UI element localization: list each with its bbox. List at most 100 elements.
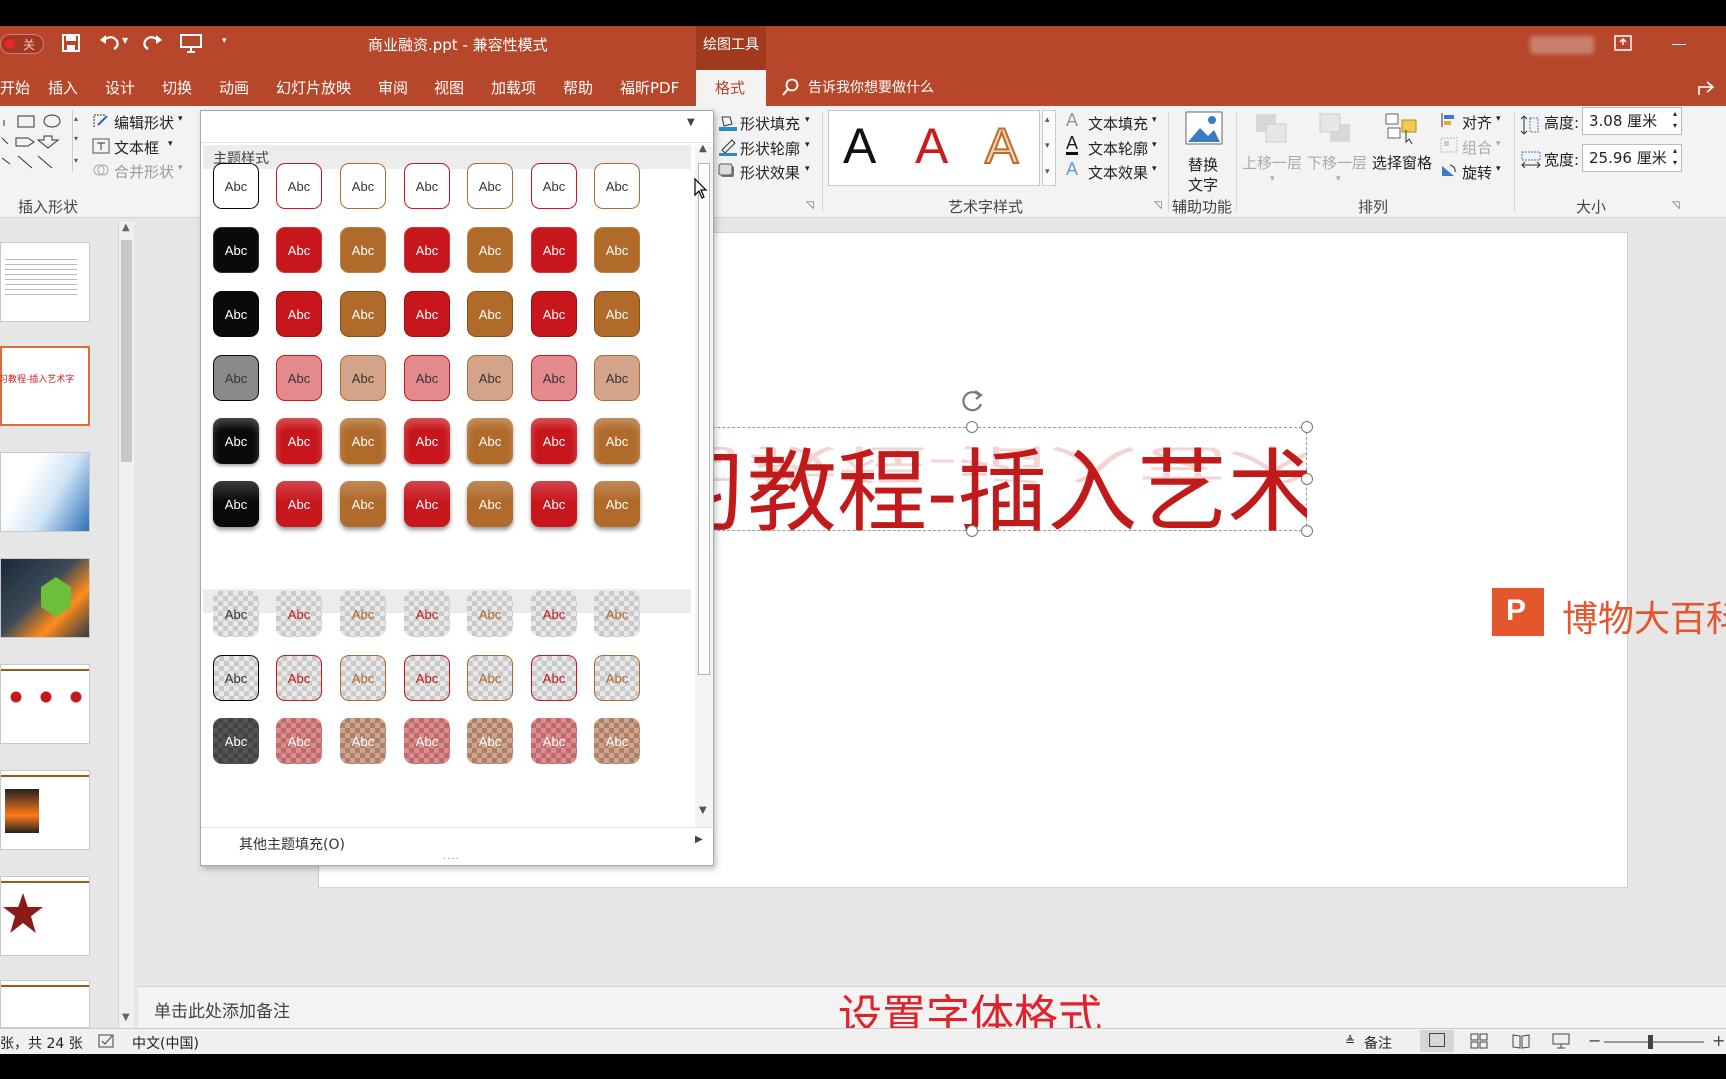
merge-shapes-button[interactable]: 合并形状 xyxy=(114,161,174,182)
slide-thumbnail-1[interactable] xyxy=(0,242,90,322)
preset-style-swatch[interactable]: Abc xyxy=(404,655,450,701)
wordart-scroll-down-icon[interactable]: ▾ xyxy=(1045,141,1050,151)
undo-dropdown-icon[interactable]: ▼ xyxy=(122,36,128,45)
slide-thumbnail-2[interactable]: 学习教程-插入艺术字 xyxy=(0,346,90,426)
preset-style-swatch[interactable]: Abc xyxy=(531,718,577,764)
rotate-button[interactable]: 旋转 xyxy=(1462,162,1492,183)
gallery-scrollbar[interactable]: ▲ ▼ xyxy=(695,143,713,827)
tab-format[interactable]: 格式 xyxy=(715,70,745,106)
tab-design[interactable]: 设计 xyxy=(105,70,135,106)
reading-view-icon[interactable] xyxy=(1512,1033,1530,1053)
preset-style-swatch[interactable]: Abc xyxy=(340,655,386,701)
account-avatar[interactable] xyxy=(1530,36,1594,54)
tab-animations[interactable]: 动画 xyxy=(219,70,249,106)
preset-style-swatch[interactable]: Abc xyxy=(594,591,640,637)
preset-style-swatch[interactable]: Abc xyxy=(531,591,577,637)
tab-format-bg[interactable]: 格式 xyxy=(696,70,766,106)
minimize-icon[interactable] xyxy=(1672,44,1686,45)
preset-style-swatch[interactable]: Abc xyxy=(594,655,640,701)
preset-style-swatch[interactable]: Abc xyxy=(404,718,450,764)
tell-me-input[interactable]: 告诉我你想要做什么 xyxy=(808,70,934,106)
normal-view-button[interactable] xyxy=(1420,1030,1454,1052)
slide-sorter-icon[interactable] xyxy=(1470,1033,1488,1053)
send-backward-dropdown-icon[interactable]: ▾ xyxy=(1336,174,1341,184)
edit-shape-button[interactable]: 编辑形状 xyxy=(114,112,174,133)
undo-icon[interactable] xyxy=(98,32,122,58)
tab-view[interactable]: 视图 xyxy=(434,70,464,106)
resize-handle-right[interactable] xyxy=(1301,473,1313,485)
text-outline-dropdown-icon[interactable]: ▾ xyxy=(1152,140,1157,150)
height-input[interactable]: 3.08 厘米 ▴ ▾ xyxy=(1582,107,1682,135)
wordart-style-black[interactable]: A xyxy=(843,117,876,175)
text-box-button[interactable]: 文本框 xyxy=(114,137,159,158)
tab-home[interactable]: 开始 xyxy=(0,70,30,106)
customize-qat-icon[interactable]: ▾ xyxy=(222,36,227,46)
share-icon[interactable] xyxy=(1697,79,1717,101)
thumb-scroll-down-icon[interactable]: ▼ xyxy=(122,1012,130,1023)
text-outline-button[interactable]: 文本轮廓 xyxy=(1088,138,1148,159)
preset-style-swatch[interactable]: Abc xyxy=(467,655,513,701)
resize-handle-top[interactable] xyxy=(966,421,978,433)
slide-thumbnail-6[interactable] xyxy=(0,770,90,850)
group-dropdown-icon[interactable]: ▾ xyxy=(1496,139,1501,149)
alt-text-button-line1[interactable]: 替换 xyxy=(1188,154,1218,175)
align-button[interactable]: 对齐 xyxy=(1462,112,1492,133)
slide-thumbnail-3[interactable] xyxy=(0,452,90,532)
preset-style-swatch[interactable]: Abc xyxy=(467,718,513,764)
shapes-scroll-down-icon[interactable]: ▾ xyxy=(74,134,78,143)
thumb-scroll-thumb[interactable] xyxy=(121,240,132,462)
edit-shape-dropdown-icon[interactable]: ▾ xyxy=(178,114,183,124)
redo-icon[interactable] xyxy=(140,32,164,58)
shape-effects-dropdown-icon[interactable]: ▾ xyxy=(805,164,810,174)
text-effects-dropdown-icon[interactable]: ▾ xyxy=(1152,164,1157,174)
more-theme-fills-label[interactable]: 其他主题填充(O) xyxy=(239,834,345,854)
ribbon-display-icon[interactable] xyxy=(1614,35,1632,55)
zoom-out-icon[interactable]: − xyxy=(1588,1031,1601,1050)
preset-style-swatch[interactable]: Abc xyxy=(276,718,322,764)
tab-help[interactable]: 帮助 xyxy=(563,70,593,106)
slideshow-view-icon[interactable] xyxy=(1552,1033,1570,1053)
shape-fill-button[interactable]: 形状填充 xyxy=(740,113,800,134)
thumbnail-scrollbar[interactable]: ▲ ▼ xyxy=(118,222,134,1028)
wordart-scroll-up-icon[interactable]: ▴ xyxy=(1045,115,1050,125)
wordart-style-outline[interactable]: A xyxy=(984,117,1019,175)
spell-check-icon[interactable] xyxy=(98,1034,116,1054)
zoom-in-icon[interactable]: + xyxy=(1712,1031,1725,1050)
tab-insert[interactable]: 插入 xyxy=(48,70,78,106)
tab-review[interactable]: 审阅 xyxy=(378,70,408,106)
slide-thumbnail-4[interactable] xyxy=(0,558,90,638)
preset-style-swatch[interactable]: Abc xyxy=(467,591,513,637)
save-icon[interactable] xyxy=(62,34,80,56)
group-button[interactable]: 组合 xyxy=(1462,137,1492,158)
notes-toggle[interactable]: 备注 xyxy=(1364,1033,1392,1053)
wordart-style-red[interactable]: A xyxy=(915,117,948,175)
shapes-more-icon[interactable]: ▾ xyxy=(74,156,78,165)
text-effects-button[interactable]: 文本效果 xyxy=(1088,162,1148,183)
preset-style-swatch[interactable]: Abc xyxy=(531,655,577,701)
slide-thumbnail-5[interactable] xyxy=(0,664,90,744)
wordart-more-icon[interactable]: ▾ xyxy=(1045,167,1050,177)
shape-outline-dropdown-icon[interactable]: ▾ xyxy=(805,140,810,150)
alt-text-button-line2[interactable]: 文字 xyxy=(1188,174,1218,195)
slide-thumbnail-7[interactable] xyxy=(0,876,90,956)
preset-style-swatch[interactable]: Abc xyxy=(213,718,259,764)
rotate-handle-icon[interactable] xyxy=(957,387,987,419)
text-box-dropdown-icon[interactable]: ▾ xyxy=(168,139,173,149)
preset-style-swatch[interactable]: Abc xyxy=(213,591,259,637)
gallery-scroll-up-icon[interactable]: ▲ xyxy=(699,143,707,154)
autosave-toggle[interactable]: 关 xyxy=(0,34,44,54)
width-spin-icon[interactable]: ▴ ▾ xyxy=(1673,145,1677,169)
preset-style-swatch[interactable]: Abc xyxy=(213,655,259,701)
zoom-slider[interactable] xyxy=(1604,1035,1704,1049)
shapes-scroll[interactable]: ▴ ▾ ▾ xyxy=(72,110,82,172)
selection-pane-button[interactable]: 选择窗格 xyxy=(1372,152,1432,173)
bring-forward-dropdown-icon[interactable]: ▾ xyxy=(1270,174,1275,184)
rotate-dropdown-icon[interactable]: ▾ xyxy=(1496,164,1501,174)
language-indicator[interactable]: 中文(中国) xyxy=(132,1033,199,1053)
tab-foxit-pdf[interactable]: 福昕PDF xyxy=(620,70,679,106)
preset-style-swatch[interactable]: Abc xyxy=(594,718,640,764)
notes-placeholder[interactable]: 单击此处添加备注 xyxy=(154,997,290,1022)
wordart-launcher-icon[interactable]: ◹ xyxy=(1154,200,1162,211)
width-input[interactable]: 25.96 厘米 ▴ ▾ xyxy=(1582,144,1682,172)
preset-style-swatch[interactable]: Abc xyxy=(340,718,386,764)
